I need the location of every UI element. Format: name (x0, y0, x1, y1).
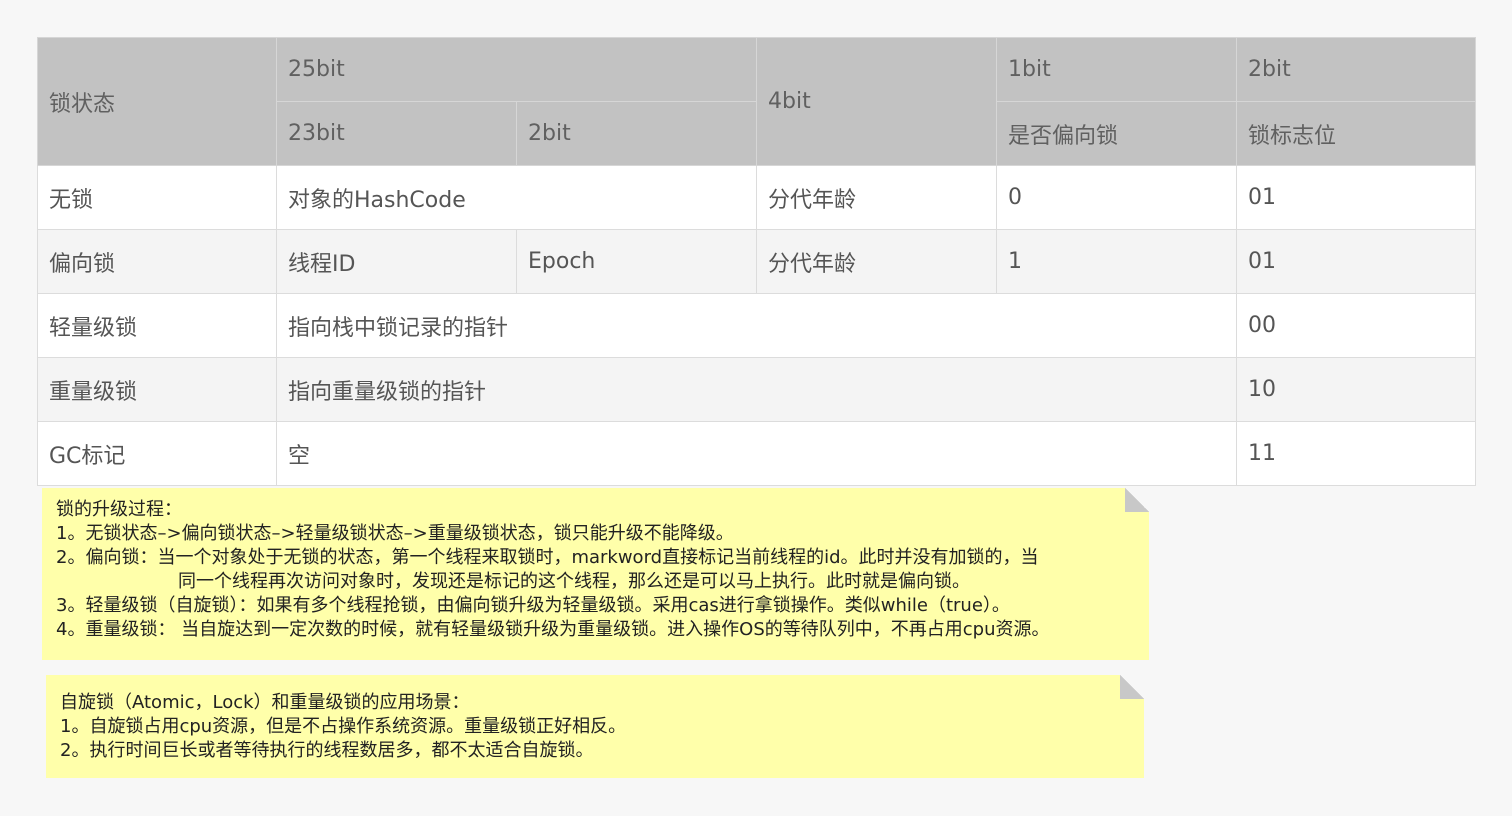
table-row: 重量级锁 指向重量级锁的指针 10 (37, 357, 1477, 422)
cell-epoch: Epoch (515, 229, 758, 294)
note-line: 4。重量级锁： 当自旋达到一定次数的时候，就有轻量级锁升级为重量级锁。进入操作O… (56, 619, 1050, 640)
header-25bit: 25bit (275, 37, 758, 102)
sticky-note-lock-upgrade: 锁的升级过程： 1。无锁状态–>偏向锁状态–>轻量级锁状态–>重量级锁状态，锁只… (42, 488, 1149, 660)
table-row: GC标记 空 11 (37, 421, 1477, 486)
folded-corner-icon (1120, 675, 1144, 699)
note-line: 自旋锁（Atomic，Lock）和重量级锁的应用场景： (60, 692, 470, 713)
cell-state: 偏向锁 (37, 229, 277, 294)
cell-flag: 10 (1236, 357, 1477, 422)
cell-state: 轻量级锁 (37, 293, 277, 358)
header-2bit-sub: 2bit (515, 101, 758, 166)
cell-content: 对象的HashCode (275, 165, 758, 230)
folded-corner-icon (1125, 488, 1149, 512)
cell-content: 空 (275, 421, 1238, 486)
header-2bit: 2bit (1236, 37, 1477, 102)
cell-content: 指向重量级锁的指针 (275, 357, 1238, 422)
table-header: 锁状态 25bit 4bit 1bit 2bit 23bit 2bit 是否偏向… (37, 37, 1477, 166)
cell-age: 分代年龄 (756, 229, 998, 294)
header-1bit: 1bit (996, 37, 1238, 102)
cell-biased: 0 (996, 165, 1238, 230)
note-line: 同一个线程再次访问对象时，发现还是标记的这个线程，那么还是可以马上执行。此时就是… (178, 571, 970, 592)
cell-flag: 00 (1236, 293, 1477, 358)
note-line: 1。无锁状态–>偏向锁状态–>轻量级锁状态–>重量级锁状态，锁只能升级不能降级。 (56, 523, 734, 544)
header-23bit: 23bit (276, 101, 517, 166)
cell-content: 指向栈中锁记录的指针 (275, 293, 1238, 358)
cell-state: GC标记 (37, 421, 277, 486)
cell-thread-id: 线程ID (276, 229, 517, 294)
cell-state: 无锁 (37, 165, 277, 230)
sticky-note-spin-lock: 自旋锁（Atomic，Lock）和重量级锁的应用场景： 1。自旋锁占用cpu资源… (46, 675, 1144, 778)
mark-word-table: 锁状态 25bit 4bit 1bit 2bit 23bit 2bit 是否偏向… (37, 37, 1477, 486)
cell-flag: 01 (1236, 229, 1477, 294)
table-body: 无锁 对象的HashCode 分代年龄 0 01 偏向锁 线程ID Epoch … (37, 165, 1477, 486)
note-line: 1。自旋锁占用cpu资源，但是不占操作系统资源。重量级锁正好相反。 (60, 716, 627, 737)
header-biased-flag: 是否偏向锁 (996, 101, 1238, 166)
cell-state: 重量级锁 (37, 357, 277, 422)
table-row: 轻量级锁 指向栈中锁记录的指针 00 (37, 293, 1477, 358)
cell-biased: 1 (996, 229, 1238, 294)
note-line: 3。轻量级锁（自旋锁）：如果有多个线程抢锁，由偏向锁升级为轻量级锁。采用cas进… (56, 595, 1010, 616)
header-lock-flag: 锁标志位 (1236, 101, 1477, 166)
header-row: 锁状态 25bit 4bit 1bit 2bit (37, 37, 1477, 166)
table-row: 偏向锁 线程ID Epoch 分代年龄 1 01 (37, 229, 1477, 294)
header-lock-state: 锁状态 (37, 37, 277, 166)
note-line: 2。偏向锁：当一个对象处于无锁的状态，第一个线程来取锁时，markword直接标… (56, 547, 1039, 568)
cell-age: 分代年龄 (756, 165, 998, 230)
note-line: 2。执行时间巨长或者等待执行的线程数居多，都不太适合自旋锁。 (60, 740, 594, 761)
cell-flag: 11 (1236, 421, 1477, 486)
table-row: 无锁 对象的HashCode 分代年龄 0 01 (37, 165, 1477, 230)
note-line: 锁的升级过程： (56, 499, 182, 520)
cell-flag: 01 (1236, 165, 1477, 230)
header-4bit: 4bit (756, 37, 998, 166)
